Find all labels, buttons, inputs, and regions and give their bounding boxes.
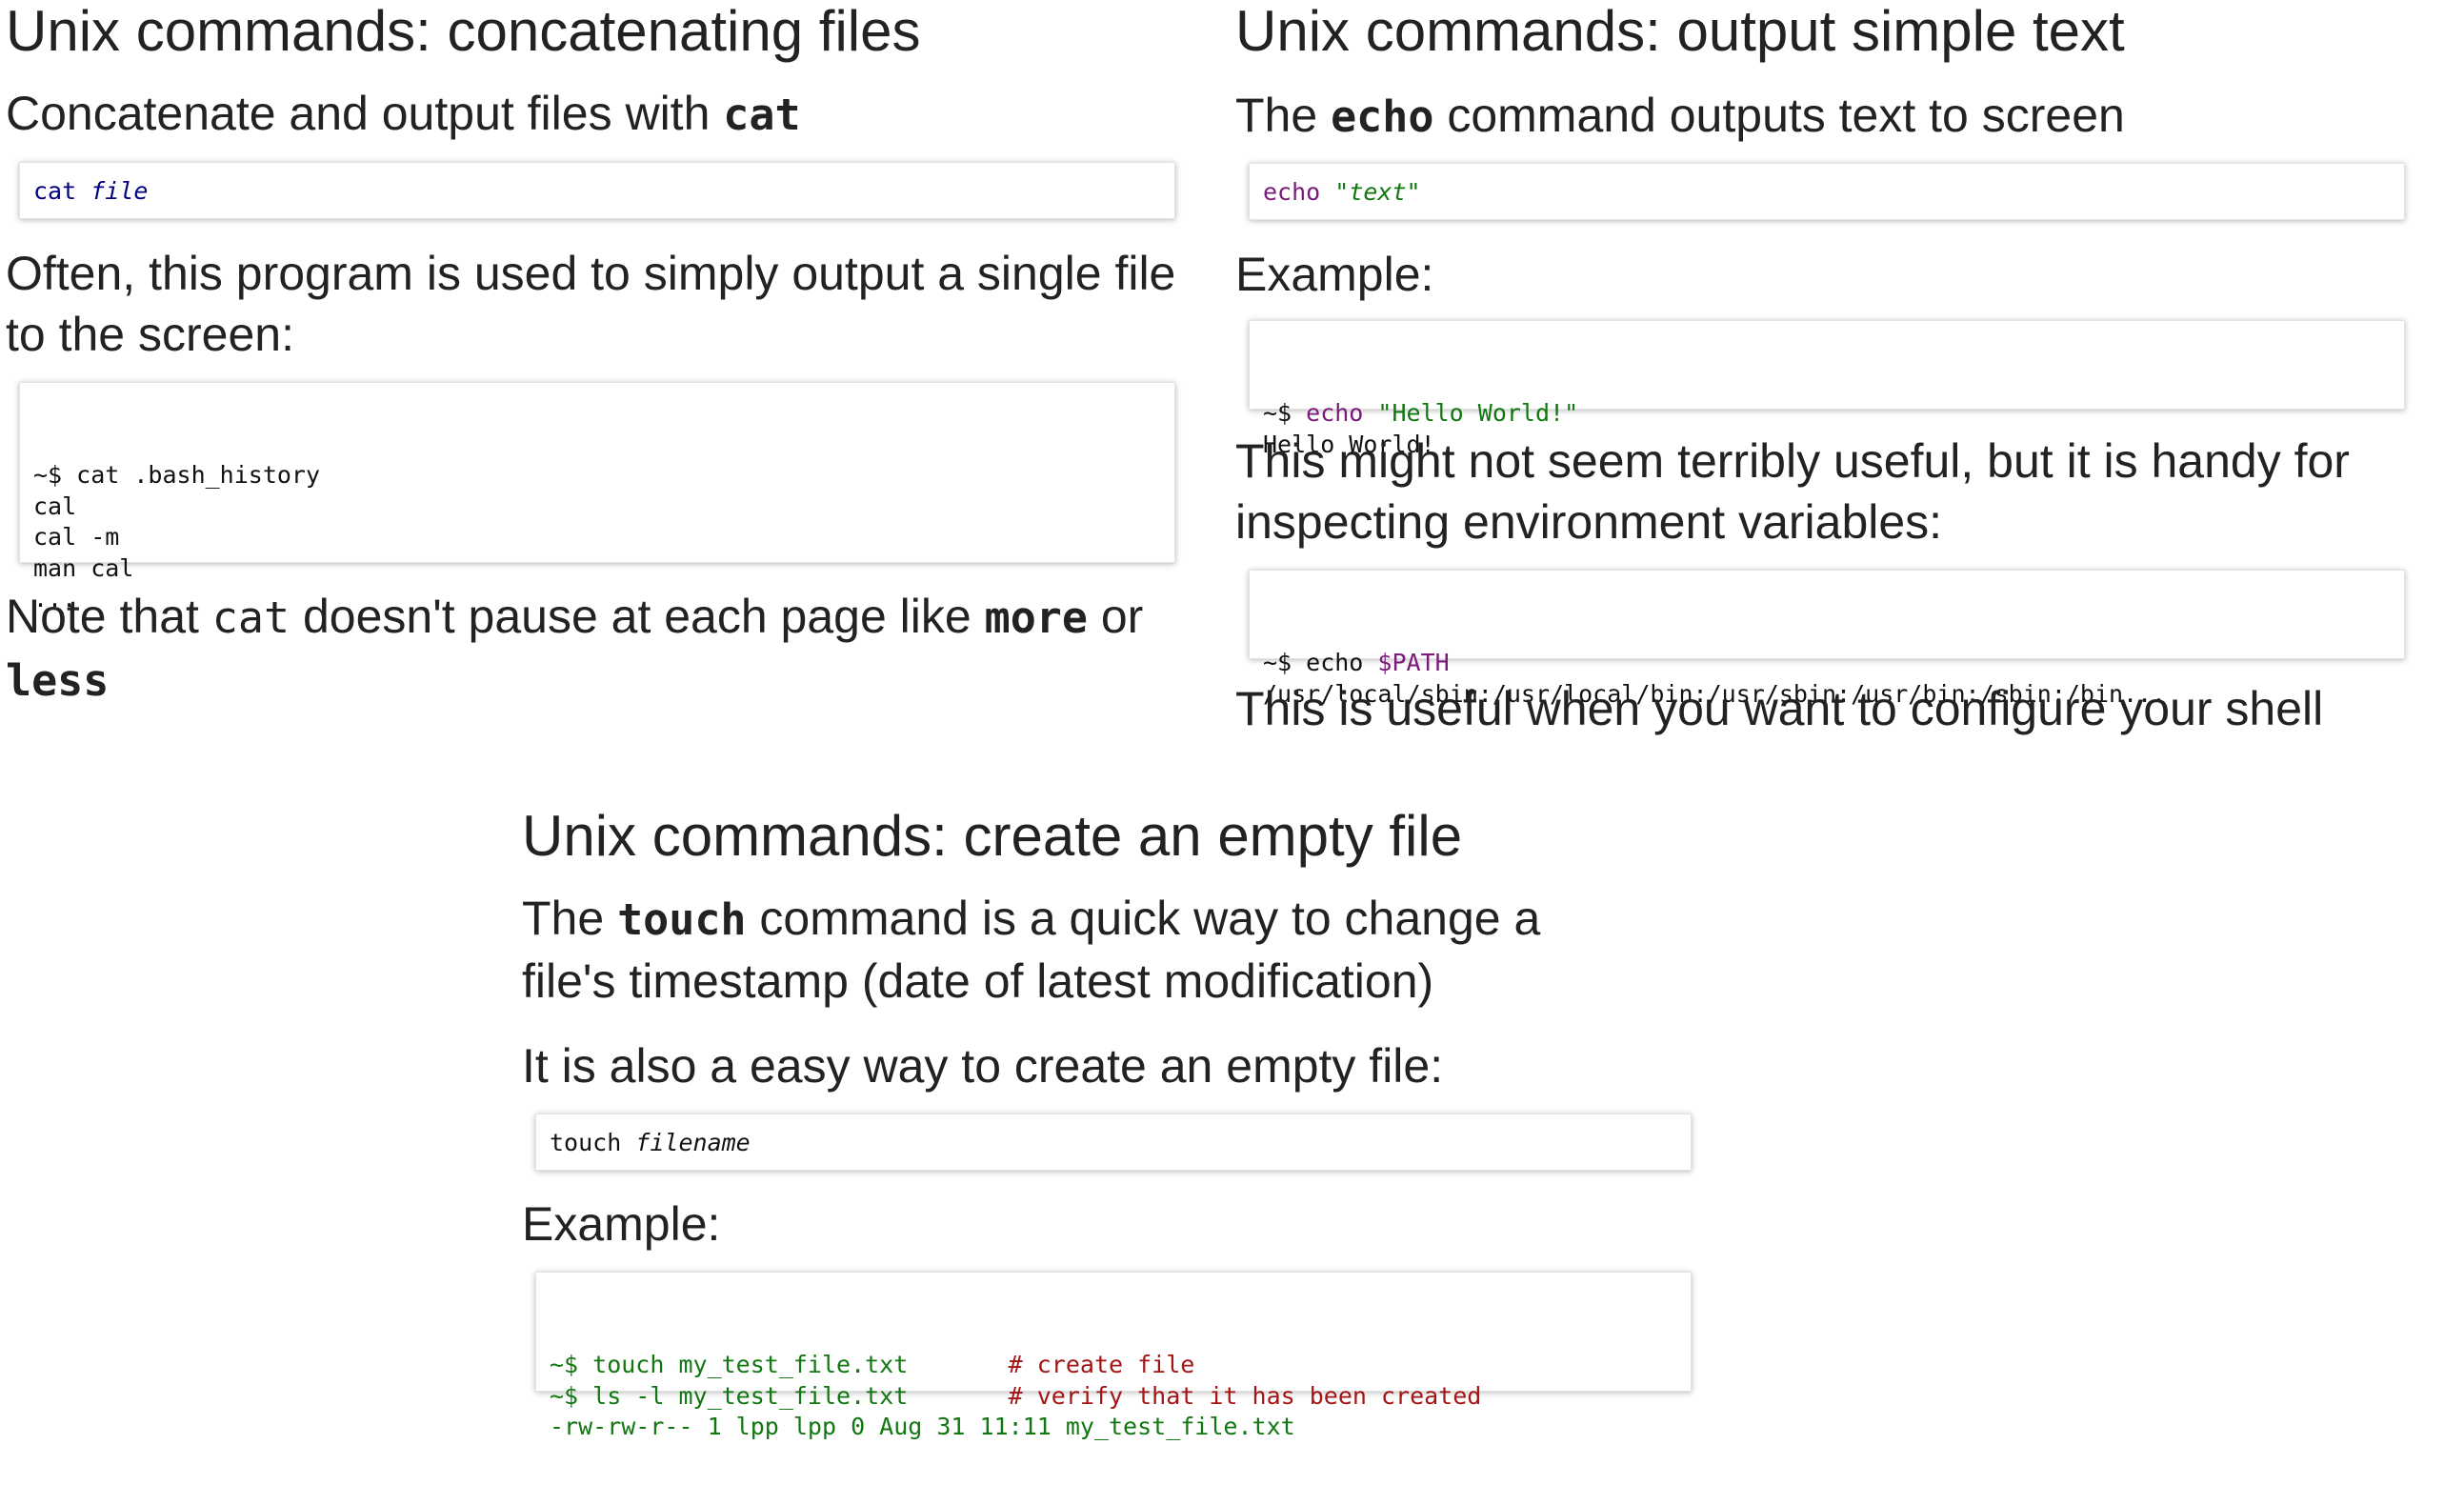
syntax-code-block: echo "text" xyxy=(1249,163,2405,220)
example-label: Example: xyxy=(522,1197,721,1251)
inline-code: echo xyxy=(1331,91,1434,142)
closing-paragraph: This is useful when you want to configur… xyxy=(1235,682,2324,735)
intro-paragraph: The touch command is a quick way to chan… xyxy=(522,892,1541,1008)
example-code-block: ~$ echo "Hello World!" Hello World! xyxy=(1249,320,2405,458)
example-code-block: ~$ cat .bash_history cal cal -m man cal... xyxy=(19,382,1175,612)
inline-code: cat xyxy=(211,592,290,643)
slide-title: Unix commands: concatenating files xyxy=(6,0,921,63)
intro-paragraph: Concatenate and output files with cat xyxy=(6,87,801,140)
code-line: cal xyxy=(33,492,77,520)
description-paragraph: This might not seem terribly useful, but… xyxy=(1235,434,2350,549)
code-line: man cal xyxy=(33,553,134,582)
inline-code: less xyxy=(6,655,110,706)
description-paragraph: Often, this program is used to simply ou… xyxy=(6,247,1176,361)
slide-title: Unix commands: create an empty file xyxy=(522,804,1463,868)
path-code-block: ~$ echo $PATH/usr/local/sbin:/usr/local/… xyxy=(1249,570,2405,708)
description-paragraph: It is also a easy way to create an empty… xyxy=(522,1039,1444,1093)
slide-cat: Unix commands: concatenating files Conca… xyxy=(6,0,1177,712)
inline-code: more xyxy=(984,592,1088,643)
slide-echo: Unix commands: output simple text The ec… xyxy=(1235,0,2407,739)
example-code-block: ~$ touch my_test_file.txt # create file ~… xyxy=(535,1272,1692,1440)
syntax-code-block: touch filename xyxy=(535,1114,1692,1171)
example-label: Example: xyxy=(1235,248,1434,301)
inline-code: cat xyxy=(723,90,801,140)
note-paragraph: Note that cat doesn't pause at each page… xyxy=(6,590,1144,706)
code-output-line: -rw-rw-r-- 1 lpp lpp 0 Aug 31 11:11 my_t… xyxy=(550,1413,1295,1440)
code-line: ~$ cat .bash_history xyxy=(33,461,321,489)
syntax-code-block: cat file xyxy=(19,162,1175,219)
intro-paragraph: The echo command outputs text to screen xyxy=(1235,89,2125,142)
slide-title: Unix commands: output simple text xyxy=(1235,0,2125,63)
slide-touch: Unix commands: create an empty file The … xyxy=(522,804,1693,1440)
inline-code: touch xyxy=(617,894,747,945)
code-line: cal -m xyxy=(33,523,120,551)
